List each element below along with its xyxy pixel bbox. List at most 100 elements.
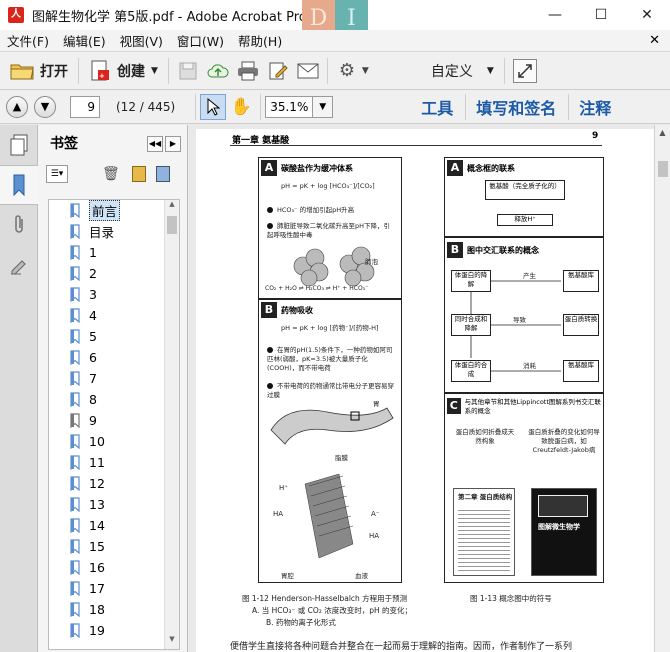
bookmark-item[interactable]: 3 <box>49 284 179 305</box>
menu-help[interactable]: 帮助(H) <box>231 31 289 50</box>
figure-1-12-panel: A 碳酸盐作为缓冲体系 pH = pK + log [HCO₃⁻]/[CO₂] H… <box>258 157 402 583</box>
bookmark-label: 16 <box>89 560 105 575</box>
bookmark-scroll-thumb[interactable] <box>167 216 177 234</box>
menu-view[interactable]: 视图(V) <box>113 31 170 50</box>
chevron-down-icon[interactable]: ▼ <box>362 66 369 76</box>
menu-edit[interactable]: 编辑(E) <box>56 31 113 50</box>
chevron-down-icon: ▼ <box>151 65 158 76</box>
scroll-up-icon[interactable]: ▲ <box>655 125 670 141</box>
folder-icon <box>10 64 34 79</box>
fill-sign-pane-button[interactable]: 填写和签名 <box>476 95 556 119</box>
bookmark-item[interactable]: 2 <box>49 263 179 284</box>
bookmark-icon <box>69 413 81 429</box>
page-thumbnails-icon[interactable] <box>0 125 38 165</box>
figure-a-equation: pH = pK + log [HCO₃⁻]/[CO₂] <box>281 182 375 190</box>
attachments-paperclip-icon[interactable] <box>0 205 38 245</box>
upload-cloud-icon[interactable] <box>203 56 233 86</box>
bookmark-item[interactable]: 9 <box>49 410 179 431</box>
bookmarks-panel-icon[interactable] <box>0 165 38 205</box>
hand-tool-icon[interactable]: ✋ <box>226 92 256 122</box>
book-cover-right: 图解微生物学 <box>531 488 597 576</box>
print-icon[interactable] <box>233 56 263 86</box>
minimize-button[interactable]: — <box>532 0 578 30</box>
bookmark-icon <box>69 392 81 408</box>
maximize-button[interactable]: ☐ <box>578 0 624 30</box>
delete-bookmark-icon[interactable]: 🗑 <box>102 166 120 182</box>
settings-gear-icon[interactable]: ⚙ <box>332 56 362 86</box>
book-series-label <box>538 495 588 517</box>
bookmark-label: 10 <box>89 434 105 449</box>
toolbar-divider <box>326 57 328 84</box>
signatures-pen-icon[interactable] <box>0 245 38 285</box>
bookmark-icon <box>69 581 81 597</box>
bookmark-icon <box>69 350 81 366</box>
email-icon[interactable] <box>293 56 323 86</box>
open-button[interactable]: 打开 <box>4 56 74 86</box>
concept-c-title: C 与其他章节和其他Lippincott图解系列书交汇联系的概念 <box>447 398 603 416</box>
bookmark-item[interactable]: 13 <box>49 494 179 515</box>
expand-panel-icon[interactable]: ▶ <box>165 136 181 152</box>
concept-a-title: A 概念框的联系 <box>447 160 515 176</box>
bookmark-item[interactable]: 1 <box>49 242 179 263</box>
new-bookmark-icon[interactable] <box>131 166 146 182</box>
open-label: 打开 <box>40 63 68 80</box>
bookmark-item[interactable]: 11 <box>49 452 179 473</box>
bookmark-item[interactable]: 12 <box>49 473 179 494</box>
zoom-input[interactable]: 35.1% <box>265 95 314 118</box>
bookmark-label: 8 <box>89 392 97 407</box>
collapse-panel-icon[interactable]: ◀◀ <box>147 136 163 152</box>
bookmark-icon <box>69 560 81 576</box>
create-button[interactable]: + 创建 ▼ <box>83 56 164 86</box>
bookmark-item[interactable]: 19 <box>49 620 179 641</box>
bookmark-item[interactable]: 17 <box>49 578 179 599</box>
acrobat-app-icon[interactable]: 人 <box>8 7 24 23</box>
concept-c-right-text: 蛋白质折叠的变化如何导致脱蛋白病，如Creutzfeldt-Jakob病 <box>528 428 600 454</box>
bookmark-item[interactable]: 5 <box>49 326 179 347</box>
title-bar: 人 图解生物化学 第5版.pdf - Adobe Acrobat Pro D I… <box>0 0 670 38</box>
bookmark-item[interactable]: 8 <box>49 389 179 410</box>
close-window-button[interactable]: ✕ <box>624 0 670 30</box>
close-document-icon[interactable]: ✕ <box>649 33 660 48</box>
bookmark-icon <box>69 539 81 555</box>
book-cover-left: 第二章 蛋白质结构 <box>453 488 515 576</box>
bookmark-item[interactable]: 10 <box>49 431 179 452</box>
bookmark-label: 6 <box>89 350 97 365</box>
bookmark-options-icon[interactable]: ☰▾ <box>46 165 68 183</box>
navigation-pane-rail <box>0 125 38 652</box>
edit-document-icon[interactable] <box>263 56 293 86</box>
toolbar-divider <box>260 93 262 120</box>
bookmark-icon <box>69 497 81 513</box>
previous-page-button[interactable]: ▲ <box>6 95 28 118</box>
membrane-illustration <box>304 474 354 558</box>
bookmark-item[interactable]: 6 <box>49 347 179 368</box>
bookmark-scrollbar[interactable]: ▲ ▼ <box>164 200 179 649</box>
document-scroll-thumb[interactable] <box>658 161 668 177</box>
document-scrollbar[interactable]: ▲ <box>654 125 670 652</box>
bookmark-item[interactable]: 前言 <box>49 200 179 221</box>
menu-file[interactable]: 文件(F) <box>0 31 56 50</box>
fullscreen-expand-icon[interactable] <box>512 58 537 83</box>
menu-window[interactable]: 窗口(W) <box>170 31 231 50</box>
document-view[interactable]: 第一章 氨基酸 9 A 碳酸盐作为缓冲体系 pH = pK + log [HCO₃… <box>189 125 654 652</box>
concept-c-left-text: 蛋白质如何折叠成天然构象 <box>455 428 515 445</box>
bookmark-item[interactable]: 15 <box>49 536 179 557</box>
menu-bar: 文件(F) 编辑(E) 视图(V) 窗口(W) 帮助(H) ✕ <box>0 30 670 52</box>
bookmark-item[interactable]: 16 <box>49 557 179 578</box>
zoom-dropdown-chevron-icon[interactable]: ▼ <box>313 95 334 118</box>
bookmark-item[interactable]: 目录 <box>49 221 179 242</box>
select-tool-cursor-icon[interactable] <box>200 93 227 120</box>
page-number-input[interactable]: 9 <box>70 95 100 118</box>
expand-bookmark-icon[interactable] <box>155 166 170 182</box>
save-icon[interactable] <box>173 56 203 86</box>
tools-pane-button[interactable]: 工具 <box>421 95 453 119</box>
figure-1-12-caption-2: A. 当 HCO₃⁻ 或 CO₂ 浓度改变时，pH 的变化； <box>252 606 412 615</box>
bookmark-item[interactable]: 14 <box>49 515 179 536</box>
bookmark-item[interactable]: 4 <box>49 305 179 326</box>
comment-pane-button[interactable]: 注释 <box>579 95 611 119</box>
bookmark-item[interactable]: 18 <box>49 599 179 620</box>
customize-button[interactable]: 自定义 ▼ <box>425 56 500 86</box>
page-number: 9 <box>592 131 599 141</box>
bookmark-item[interactable]: 7 <box>49 368 179 389</box>
next-page-button[interactable]: ▼ <box>34 95 56 118</box>
figure-b-blood-label: 血液 <box>355 572 368 580</box>
